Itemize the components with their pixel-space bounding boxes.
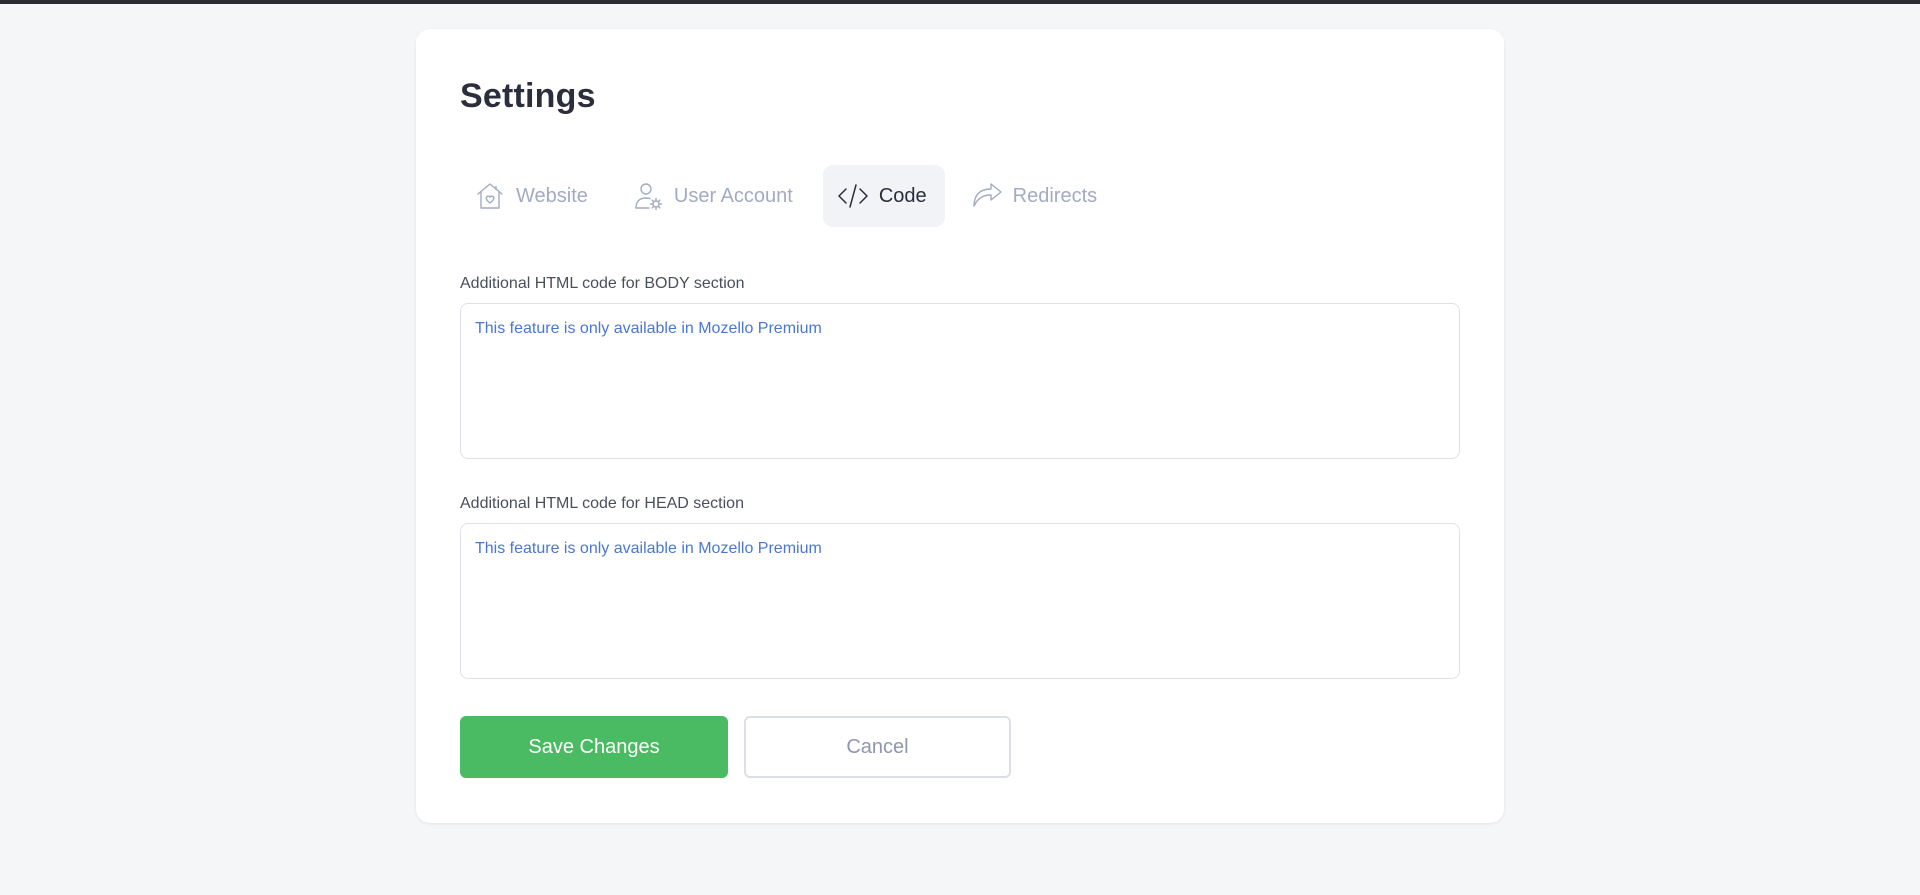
body-code-label: Additional HTML code for BODY section (460, 275, 745, 292)
redirect-arrow-icon (971, 180, 1003, 212)
save-changes-button[interactable]: Save Changes (460, 716, 728, 778)
tab-label: Website (516, 184, 588, 207)
code-icon (837, 180, 869, 212)
cancel-button[interactable]: Cancel (744, 716, 1011, 778)
house-heart-icon (474, 180, 506, 212)
premium-notice: This feature is only available in Mozell… (475, 540, 822, 557)
tab-website[interactable]: Website (460, 165, 606, 227)
tab-code[interactable]: Code (822, 165, 945, 227)
top-strip (0, 0, 1920, 4)
tab-redirects[interactable]: Redirects (957, 165, 1115, 227)
premium-notice: This feature is only available in Mozell… (475, 320, 822, 337)
user-gear-icon (632, 180, 664, 212)
head-code-textarea[interactable]: This feature is only available in Mozell… (460, 523, 1460, 679)
settings-tabs: Website User Account Code Redirects (460, 165, 1115, 227)
page-title: Settings (460, 77, 596, 115)
tab-label: Code (878, 184, 927, 207)
tab-user-account[interactable]: User Account (618, 165, 811, 227)
settings-card: Settings Website User Account Code Redir… (416, 29, 1504, 823)
body-code-textarea[interactable]: This feature is only available in Mozell… (460, 303, 1460, 459)
tab-label: User Account (673, 184, 793, 207)
head-code-label: Additional HTML code for HEAD section (460, 495, 744, 512)
tab-label: Redirects (1012, 184, 1098, 207)
